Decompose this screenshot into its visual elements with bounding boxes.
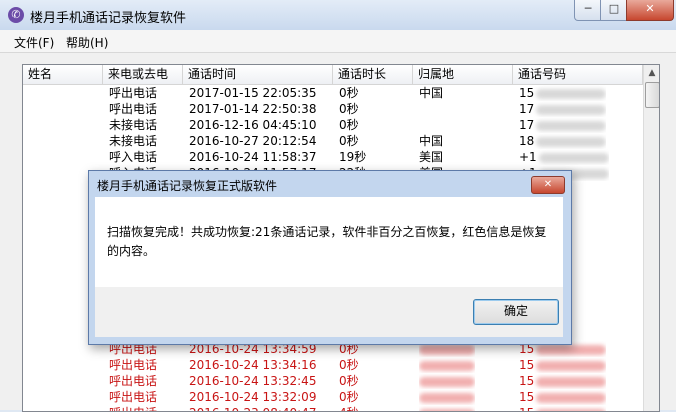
column-header-location[interactable]: 归属地 [413, 65, 513, 84]
cell-number: +1 [519, 149, 609, 165]
cell-number: 15 [519, 373, 606, 389]
dialog-title: 楼月手机通话记录恢复正式版软件 [97, 177, 277, 194]
cell-location [419, 373, 475, 389]
cell-type: 呼出电话 [109, 85, 157, 101]
dialog-message: 扫描恢复完成！共成功恢复:21条通话记录，软件非百分之百恢复，红色信息是恢复的内… [107, 223, 557, 261]
cell-time: 2016-10-24 11:58:37 [189, 149, 316, 165]
cell-location [419, 389, 475, 405]
table-row[interactable]: 未接电话 2016-12-16 04:45:10 0秒 17 [23, 117, 643, 133]
cell-duration: 4秒 [339, 405, 359, 412]
cell-duration: 0秒 [339, 389, 359, 405]
cell-duration: 0秒 [339, 101, 359, 117]
table-row[interactable]: 未接电话 2016-10-27 20:12:54 0秒 中国 18 [23, 133, 643, 149]
scroll-up-icon[interactable]: ▲ [644, 65, 660, 81]
cell-duration: 0秒 [339, 357, 359, 373]
cell-location: 美国 [419, 149, 443, 165]
cell-duration: 0秒 [339, 117, 359, 133]
dialog-close-button[interactable]: ✕ [531, 176, 565, 194]
cell-time: 2017-01-15 22:05:35 [189, 85, 316, 101]
column-header-call-time[interactable]: 通话时间 [183, 65, 333, 84]
cell-time: 2016-10-27 20:12:54 [189, 133, 316, 149]
redacted-number [536, 121, 606, 131]
ok-button[interactable]: 确定 [473, 299, 559, 325]
redacted-number [536, 89, 606, 99]
cell-number: 17 [519, 101, 606, 117]
menu-help[interactable]: 帮助(H) [66, 34, 108, 51]
cell-number: 15 [519, 405, 606, 412]
scroll-thumb[interactable] [645, 82, 660, 108]
dialog-body: 扫描恢复完成！共成功恢复:21条通话记录，软件非百分之百恢复，红色信息是恢复的内… [95, 197, 563, 287]
cell-type: 呼入电话 [109, 149, 157, 165]
vertical-scrollbar[interactable]: ▲ [643, 65, 660, 411]
redacted-location [419, 361, 475, 371]
window-title: 楼月手机通话记录恢复软件 [30, 7, 186, 26]
table-row[interactable]: 呼出电话 2016-10-24 13:32:09 0秒 15 [23, 389, 643, 405]
redacted-location [419, 393, 475, 403]
redacted-number [536, 345, 606, 355]
cell-location: 中国 [419, 85, 443, 101]
column-header-duration[interactable]: 通话时长 [333, 65, 413, 84]
cell-type: 呼出电话 [109, 389, 157, 405]
minimize-button[interactable]: ─ [574, 0, 602, 21]
column-header-call-type[interactable]: 来电或去电 [103, 65, 183, 84]
cell-number: 18 [519, 133, 606, 149]
redacted-number [539, 153, 609, 163]
completion-dialog: 楼月手机通话记录恢复正式版软件 ✕ 扫描恢复完成！共成功恢复:21条通话记录，软… [88, 170, 572, 345]
cell-time: 2017-01-14 22:50:38 [189, 101, 316, 117]
cell-time: 2016-10-24 13:32:09 [189, 389, 316, 405]
redacted-location [419, 377, 475, 387]
cell-location [419, 405, 475, 412]
table-row[interactable]: 呼出电话 2017-01-15 22:05:35 0秒 中国 15 [23, 85, 643, 101]
cell-number: 17 [519, 117, 606, 133]
table-row[interactable]: 呼出电话 2017-01-14 22:50:38 0秒 17 [23, 101, 643, 117]
table-row[interactable]: 呼出电话 2016-10-23 08:40:47 4秒 15 [23, 405, 643, 412]
cell-time: 2016-10-23 08:40:47 [189, 405, 316, 412]
redacted-number [536, 105, 606, 115]
cell-location [419, 357, 475, 373]
cell-time: 2016-10-24 13:32:45 [189, 373, 316, 389]
cell-duration: 0秒 [339, 133, 359, 149]
table-row[interactable]: 呼出电话 2016-10-24 13:32:45 0秒 15 [23, 373, 643, 389]
maximize-button[interactable]: □ [600, 0, 628, 21]
cell-type: 呼出电话 [109, 357, 157, 373]
cell-number: 15 [519, 85, 606, 101]
dialog-footer: 确定 [95, 287, 563, 337]
cell-type: 呼出电话 [109, 405, 157, 412]
menu-bar: 文件(F) 帮助(H) [0, 30, 676, 53]
redacted-number [536, 409, 606, 412]
redacted-location [419, 409, 475, 412]
cell-time: 2016-10-24 13:34:16 [189, 357, 316, 373]
cell-location: 中国 [419, 133, 443, 149]
title-bar: ✆ 楼月手机通话记录恢复软件 ─ □ ✕ [0, 0, 676, 31]
close-button[interactable]: ✕ [626, 0, 674, 21]
redacted-number [536, 361, 606, 371]
cell-number: 15 [519, 357, 606, 373]
cell-time: 2016-12-16 04:45:10 [189, 117, 316, 133]
cell-number: 15 [519, 389, 606, 405]
redacted-number [536, 377, 606, 387]
cell-type: 未接电话 [109, 133, 157, 149]
redacted-number [536, 393, 606, 403]
menu-file[interactable]: 文件(F) [14, 34, 54, 51]
list-header: 姓名 来电或去电 通话时间 通话时长 归属地 通话号码 [23, 65, 643, 85]
cell-duration: 0秒 [339, 85, 359, 101]
column-header-number[interactable]: 通话号码 [513, 65, 643, 84]
cell-type: 呼出电话 [109, 101, 157, 117]
table-row[interactable]: 呼出电话 2016-10-24 13:34:16 0秒 15 [23, 357, 643, 373]
cell-type: 呼出电话 [109, 373, 157, 389]
redacted-number [536, 137, 606, 147]
app-logo-icon: ✆ [8, 7, 24, 23]
cell-type: 未接电话 [109, 117, 157, 133]
cell-duration: 19秒 [339, 149, 366, 165]
cell-duration: 0秒 [339, 373, 359, 389]
table-row[interactable]: 呼入电话 2016-10-24 11:58:37 19秒 美国 +1 [23, 149, 643, 165]
redacted-location [419, 345, 475, 355]
column-header-name[interactable]: 姓名 [23, 65, 103, 84]
